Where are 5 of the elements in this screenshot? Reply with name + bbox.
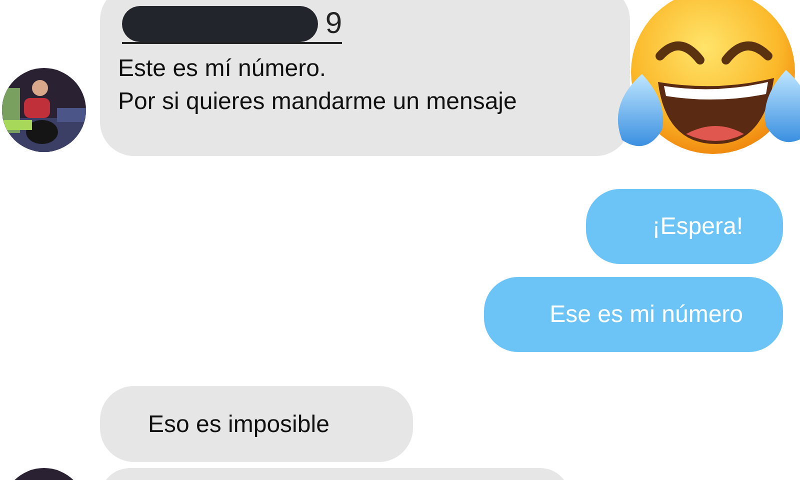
message-text: Este es mí número. Por si quieres mandarme un mensaje	[118, 54, 518, 117]
message-text: Eso es imposible	[148, 410, 330, 440]
message-text: ¡Espera!	[652, 212, 743, 242]
phone-number-link[interactable]: 9	[325, 7, 342, 40]
message-text: Ese es mi número	[550, 300, 743, 330]
